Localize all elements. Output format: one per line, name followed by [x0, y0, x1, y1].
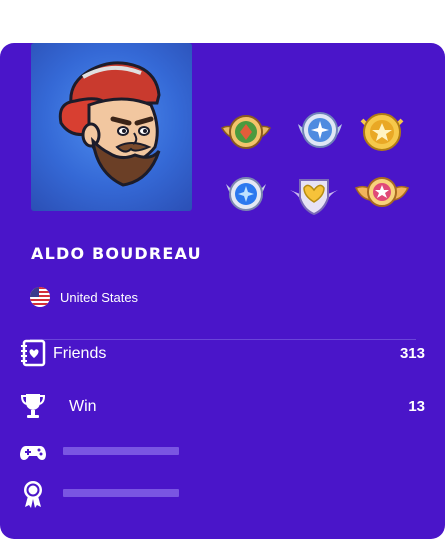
trophy-icon	[20, 392, 46, 420]
stat-row-games[interactable]	[20, 438, 425, 468]
player-profile-card: ALDO BOUDREAU United States Friends 313 …	[0, 43, 445, 539]
stat-value: 13	[408, 398, 425, 415]
stat-row-awards[interactable]	[20, 480, 425, 510]
player-avatar[interactable]	[31, 43, 192, 211]
stat-row-win[interactable]: Win 13	[20, 392, 425, 422]
gold-heart-shield-badge-icon[interactable]	[286, 170, 342, 218]
blue-star-badge-icon[interactable]	[292, 108, 348, 156]
stat-label: Friends	[53, 345, 107, 362]
pink-winged-star-badge-icon[interactable]	[354, 170, 410, 218]
gamepad-icon	[20, 438, 46, 466]
stat-value: 313	[399, 345, 425, 362]
gold-star-badge-icon[interactable]	[354, 108, 410, 156]
player-country: United States	[30, 287, 138, 307]
country-label: United States	[60, 289, 139, 305]
award-ribbon-icon	[20, 480, 46, 508]
stat-row-friends[interactable]: Friends 313	[20, 339, 425, 369]
green-winged-badge-icon[interactable]	[218, 108, 274, 156]
loading-placeholder-bar	[63, 489, 179, 497]
heart-notebook-icon	[20, 339, 46, 367]
player-name: ALDO BOUDREAU	[31, 244, 202, 263]
loading-placeholder-bar	[63, 447, 179, 455]
bearded-man-avatar-icon	[58, 61, 161, 187]
stat-label: Win	[69, 398, 97, 415]
achievement-badges	[214, 108, 414, 218]
blue-gem-badge-icon[interactable]	[218, 170, 274, 218]
us-flag-icon	[30, 287, 50, 307]
